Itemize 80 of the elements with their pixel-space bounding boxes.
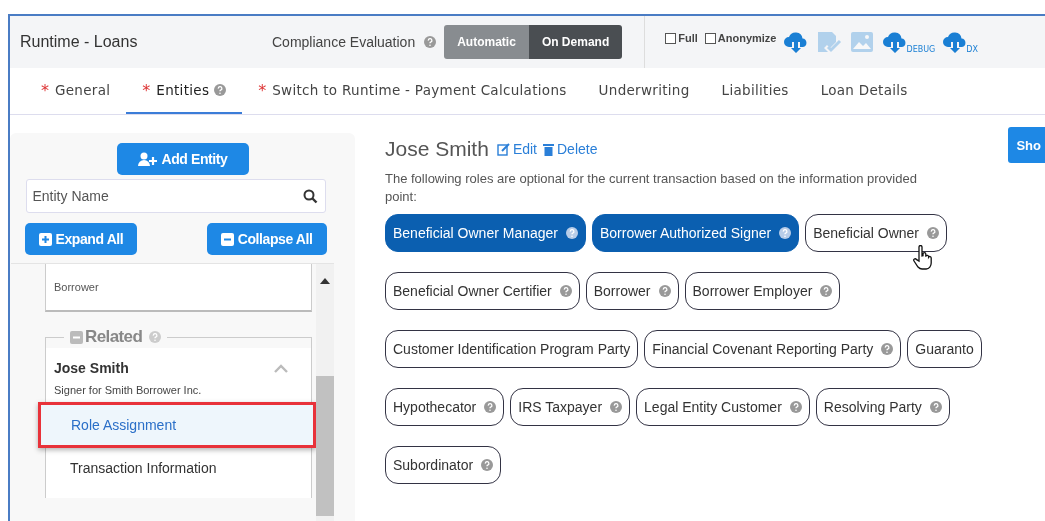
help-icon xyxy=(566,227,578,239)
role-chip[interactable]: Hypothecator xyxy=(385,388,505,426)
mode-toggle[interactable]: On Demand xyxy=(528,25,623,59)
minus-square-icon xyxy=(220,232,234,246)
help-icon xyxy=(214,84,227,96)
required-mark: * xyxy=(258,80,267,100)
sidebar-item[interactable]: Transaction Information xyxy=(46,448,311,488)
edit-icon xyxy=(496,142,510,156)
expand-all-button[interactable]: Expand All xyxy=(24,223,138,255)
entity-role: Borrower xyxy=(54,281,99,293)
help-icon xyxy=(610,401,623,413)
role-chip[interactable]: Borrower xyxy=(585,272,679,310)
help-icon xyxy=(789,401,802,413)
role-chip[interactable]: Guaranto xyxy=(907,330,982,368)
checkbox[interactable] xyxy=(704,32,716,44)
help-icon xyxy=(424,36,437,48)
search-icon xyxy=(302,189,318,204)
help-icon xyxy=(779,227,792,239)
compliance-label: Compliance Evaluation xyxy=(272,34,416,50)
help-icon xyxy=(484,401,497,413)
show-button[interactable]: Sho xyxy=(1008,127,1045,163)
add-user-icon xyxy=(137,152,158,166)
checkbox-label: Full xyxy=(678,32,698,44)
role-chip[interactable]: Beneficial Owner xyxy=(805,214,947,252)
collapse-all-button[interactable]: Collapse All xyxy=(206,223,327,255)
sidebar-item[interactable]: Role Assignment xyxy=(38,402,316,448)
edit-link[interactable]: Edit xyxy=(496,141,537,157)
tab-item[interactable]: * Entities xyxy=(126,68,243,114)
tab-item[interactable]: * Switch to Runtime - Payment Calculations xyxy=(242,68,583,114)
help-icon xyxy=(927,227,939,239)
role-chip[interactable]: Beneficial Owner Manager xyxy=(385,214,586,252)
description-text: point: xyxy=(385,189,418,204)
help-icon xyxy=(929,401,942,413)
role-chip[interactable]: Borrower Authorized Signer xyxy=(592,214,800,252)
help-icon xyxy=(149,331,162,343)
role-chip[interactable]: Resolving Party xyxy=(815,388,950,426)
tab-item[interactable]: Liabilities xyxy=(705,68,805,114)
entity-name: Jose Smith xyxy=(54,360,129,376)
help-icon xyxy=(559,285,572,297)
role-chip[interactable]: Legal Entity Customer xyxy=(636,388,810,426)
tab[interactable]: Loan Details xyxy=(820,82,908,98)
entity-card[interactable]: Borrower xyxy=(45,264,312,312)
hand-cursor-icon xyxy=(912,245,934,271)
help-icon xyxy=(820,285,833,297)
add-entity-button[interactable]: Add Entity xyxy=(116,143,249,175)
tab-item[interactable]: * General xyxy=(25,68,127,114)
plus-square-icon xyxy=(38,232,52,246)
tab[interactable]: Entities xyxy=(156,82,210,98)
tab-item[interactable]: Loan Details xyxy=(804,68,924,114)
tab[interactable]: General xyxy=(55,82,111,98)
tool-caption: DX xyxy=(966,45,978,54)
tool-caption: DEBUG xyxy=(906,45,936,54)
trash-icon xyxy=(543,142,554,156)
tab[interactable]: Liabilities xyxy=(721,82,789,98)
entity-subtitle: Signer for Smith Borrower Inc. xyxy=(54,384,203,396)
scroll-up-icon[interactable] xyxy=(320,278,330,284)
entity-heading: Jose Smith xyxy=(385,137,489,161)
required-mark: * xyxy=(142,80,151,100)
window-title: Runtime - Loans xyxy=(20,33,139,51)
help-icon xyxy=(658,285,671,297)
delete-link[interactable]: Delete xyxy=(543,141,598,157)
role-chip[interactable]: Subordinator xyxy=(385,446,502,484)
tab[interactable]: Switch to Runtime - Payment Calculations xyxy=(272,82,567,98)
role-chip[interactable]: Customer Identification Program Party xyxy=(385,330,639,368)
tab[interactable]: Underwriting xyxy=(598,82,690,98)
group-label: Related xyxy=(85,327,143,347)
help-icon xyxy=(881,343,894,355)
role-chip[interactable]: Financial Covenant Reporting Party xyxy=(644,330,902,368)
role-chip[interactable]: Borrower Employer xyxy=(684,272,841,310)
checkbox-label: Anonymize xyxy=(717,32,777,44)
checkbox[interactable] xyxy=(665,32,677,44)
role-chip[interactable]: Beneficial Owner Certifier xyxy=(385,272,580,310)
role-chip[interactable]: IRS Taxpayer xyxy=(510,388,631,426)
scrollbar[interactable] xyxy=(316,264,334,521)
required-mark: * xyxy=(41,80,49,100)
description-text: The following roles are optional for the current transaction based on the information provided xyxy=(385,171,918,186)
tab-item[interactable]: Underwriting xyxy=(582,68,706,114)
search-field[interactable]: Entity Name xyxy=(25,179,326,213)
help-icon xyxy=(481,459,494,471)
scroll-thumb[interactable] xyxy=(316,376,334,516)
